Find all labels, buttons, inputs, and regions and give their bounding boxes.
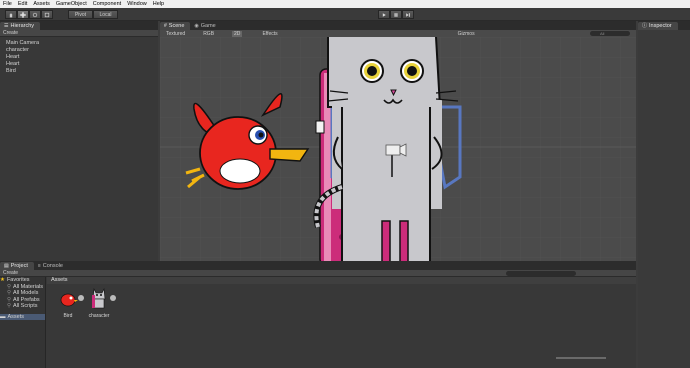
expand-icon[interactable] (110, 295, 116, 301)
thumbnail-size-slider[interactable] (556, 357, 606, 359)
project-create-dropdown[interactable]: Create (3, 270, 18, 276)
heart-sprite[interactable] (315, 120, 325, 134)
pause-button[interactable] (390, 10, 402, 19)
inspector-panel: ⓘ Inspector (638, 21, 690, 368)
menu-bar: File Edit Assets GameObject Component Wi… (0, 0, 690, 8)
effects-dropdown[interactable]: Effects (262, 31, 277, 37)
scale-icon (44, 12, 50, 17)
menu-window[interactable]: Window (127, 0, 147, 8)
hierarchy-create-dropdown[interactable]: Create (3, 30, 18, 36)
render-mode-dropdown[interactable]: RGB (203, 31, 214, 37)
rotate-tool-button[interactable] (29, 10, 41, 19)
scene-panel: # Scene ◉ Game Textured RGB 2D Effects Giz… (160, 21, 636, 261)
tab-scene[interactable]: # Scene (160, 22, 191, 30)
hierarchy-panel: ☰ Hierarchy Create Main Camera character … (0, 21, 158, 261)
character-thumbnail-icon (92, 287, 106, 309)
camera-gizmo-icon[interactable] (385, 143, 407, 157)
project-search-input[interactable] (506, 271, 576, 276)
pivot-group: Pivot Local (68, 10, 118, 19)
playback-controls (378, 10, 414, 19)
game-icon: ◉ (194, 23, 199, 29)
hierarchy-item[interactable]: Heart (6, 61, 39, 68)
move-arrows-icon (20, 11, 26, 18)
folder-icon: ▤ (4, 263, 9, 269)
tab-project[interactable]: ▤ Project (0, 262, 34, 270)
move-tool-button[interactable] (17, 10, 29, 19)
tab-hierarchy[interactable]: ☰ Hierarchy (0, 22, 41, 30)
step-icon (406, 12, 410, 17)
bird-thumbnail-icon (60, 293, 78, 307)
project-folder-tree: ★ Favorites ⚲ All Materials ⚲ All Models ⚲… (0, 277, 46, 368)
asset-label: Bird (63, 313, 73, 319)
shading-mode-dropdown[interactable]: Textured (166, 31, 185, 37)
scene-canvas (160, 37, 636, 261)
hand-tool-button[interactable] (5, 10, 17, 19)
search-icon: ⚲ (7, 303, 12, 309)
rotate-icon (32, 12, 38, 17)
tab-inspector[interactable]: ⓘ Inspector (638, 22, 678, 30)
project-panel: ▤ Project ≡ Console Create ★ Favorites ⚲ Al… (0, 261, 636, 368)
local-label: Local (99, 11, 112, 18)
hierarchy-icon: ☰ (4, 23, 9, 29)
pivot-toggle[interactable]: Pivot (68, 10, 93, 19)
pivot-label: Pivot (74, 11, 87, 18)
menu-edit[interactable]: Edit (18, 0, 27, 8)
inspector-icon: ⓘ (642, 23, 648, 29)
step-button[interactable] (402, 10, 414, 19)
assets-breadcrumb: Assets (47, 277, 636, 284)
star-icon: ★ (0, 277, 5, 283)
asset-label: character (88, 313, 110, 319)
console-icon: ≡ (37, 263, 41, 269)
tab-game[interactable]: ◉ Game (190, 22, 221, 30)
scene-search-label: All (600, 31, 605, 36)
scene-search-input[interactable]: All (590, 31, 630, 36)
pause-icon (394, 12, 398, 17)
menu-file[interactable]: File (3, 0, 12, 8)
hierarchy-item[interactable]: character (6, 47, 39, 54)
favorite-item[interactable]: ⚲ All Scripts (0, 303, 45, 310)
scene-icon: # (164, 23, 167, 29)
hierarchy-item[interactable]: Main Camera (6, 40, 39, 47)
play-icon (382, 12, 386, 17)
assets-folder-item[interactable]: ▬ Assets (0, 313, 45, 320)
menu-assets[interactable]: Assets (33, 0, 50, 8)
scene-viewport[interactable] (160, 37, 636, 261)
hierarchy-item[interactable]: Heart (6, 54, 39, 61)
inspector-body (638, 30, 690, 368)
hierarchy-item[interactable]: Bird (6, 68, 39, 75)
folder-icon: ▬ (0, 313, 6, 320)
scale-tool-button[interactable] (41, 10, 53, 19)
menu-gameobject[interactable]: GameObject (56, 0, 87, 8)
scene-toolbar: Textured RGB 2D Effects Gizmos All (160, 30, 636, 37)
main-toolbar: Pivot Local (0, 8, 690, 21)
menu-help[interactable]: Help (153, 0, 164, 8)
transform-tools (5, 10, 53, 19)
hierarchy-list: Main Camera character Heart Heart Bird (6, 40, 39, 75)
2d-toggle[interactable]: 2D (232, 30, 243, 37)
menu-component[interactable]: Component (93, 0, 121, 8)
expand-icon[interactable] (78, 295, 84, 301)
asset-bird[interactable]: Bird (57, 289, 79, 319)
gizmos-dropdown[interactable]: Gizmos (458, 31, 475, 37)
hand-icon (9, 12, 13, 17)
asset-character[interactable]: character (88, 287, 110, 319)
tab-console[interactable]: ≡ Console (34, 262, 69, 270)
play-button[interactable] (378, 10, 390, 19)
local-toggle[interactable]: Local (93, 10, 118, 19)
